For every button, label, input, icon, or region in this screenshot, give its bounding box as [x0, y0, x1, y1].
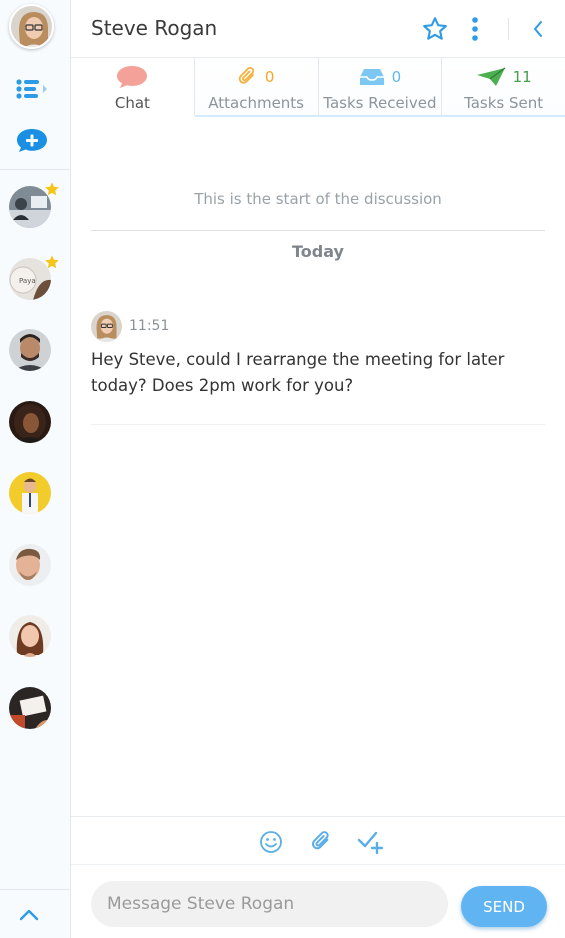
discussion-start-note: This is the start of the discussion	[194, 190, 442, 208]
favorite-star-icon[interactable]	[420, 14, 450, 44]
tab-label: Tasks Received	[323, 94, 437, 112]
tab-attachments[interactable]: 0 Attachments	[194, 58, 319, 117]
contact-avatar-7[interactable]	[9, 615, 51, 657]
favorite-star-icon	[45, 255, 59, 269]
sidebar-divider	[0, 169, 70, 170]
tasks-received-count: 0	[391, 68, 402, 86]
emoji-icon[interactable]	[257, 828, 285, 856]
date-divider-label: Today	[292, 242, 344, 261]
list-view-icon[interactable]	[15, 75, 49, 103]
speech-bubble-icon	[117, 66, 148, 88]
tasks-sent-count: 11	[512, 68, 532, 86]
tab-label: Attachments	[208, 94, 304, 112]
inbox-tray-icon	[359, 69, 384, 85]
conversation-tabs: Chat 0 Attachments 0 Tasks Received 11 T…	[71, 58, 565, 117]
message-avatar[interactable]	[91, 311, 122, 342]
add-task-icon[interactable]	[357, 828, 385, 856]
contact-avatar-6[interactable]	[9, 544, 51, 586]
message-timestamp: 11:51	[129, 318, 170, 334]
paper-plane-icon	[476, 67, 505, 86]
attachments-count: 0	[264, 68, 275, 86]
attach-file-icon[interactable]	[308, 828, 336, 856]
send-button[interactable]: SEND	[461, 886, 547, 927]
tab-chat[interactable]: Chat	[71, 58, 195, 117]
paperclip-icon	[238, 67, 254, 84]
message-input[interactable]	[91, 881, 448, 927]
more-options-icon[interactable]	[460, 14, 490, 44]
chat-header: Steve Rogan	[71, 0, 565, 58]
tab-label: Tasks Sent	[464, 94, 544, 112]
contact-avatar-4[interactable]	[9, 401, 51, 443]
tab-tasks-sent[interactable]: 11 Tasks Sent	[442, 58, 565, 117]
sidebar-divider	[0, 889, 70, 890]
date-divider-line	[91, 230, 545, 231]
contact-avatar-3[interactable]	[9, 329, 51, 371]
chevron-left-icon[interactable]	[523, 14, 553, 44]
tab-label: Chat	[114, 94, 150, 112]
contact-avatar-8[interactable]	[9, 687, 51, 729]
svg-text:Paya: Paya	[19, 277, 36, 285]
chevron-up-icon[interactable]	[16, 902, 42, 928]
header-separator	[508, 18, 509, 40]
new-chat-icon[interactable]	[15, 126, 49, 154]
contact-name: Steve Rogan	[91, 16, 218, 40]
tab-tasks-received[interactable]: 0 Tasks Received	[318, 58, 443, 117]
favorite-star-icon	[45, 182, 59, 196]
my-avatar[interactable]	[9, 4, 54, 49]
composer-toolbar	[71, 816, 565, 865]
sidebar: Paya	[0, 0, 71, 938]
message-separator	[91, 424, 545, 425]
contact-avatar-5[interactable]	[9, 472, 51, 514]
message-text: Hey Steve, could I rearrange the meeting…	[91, 350, 505, 395]
